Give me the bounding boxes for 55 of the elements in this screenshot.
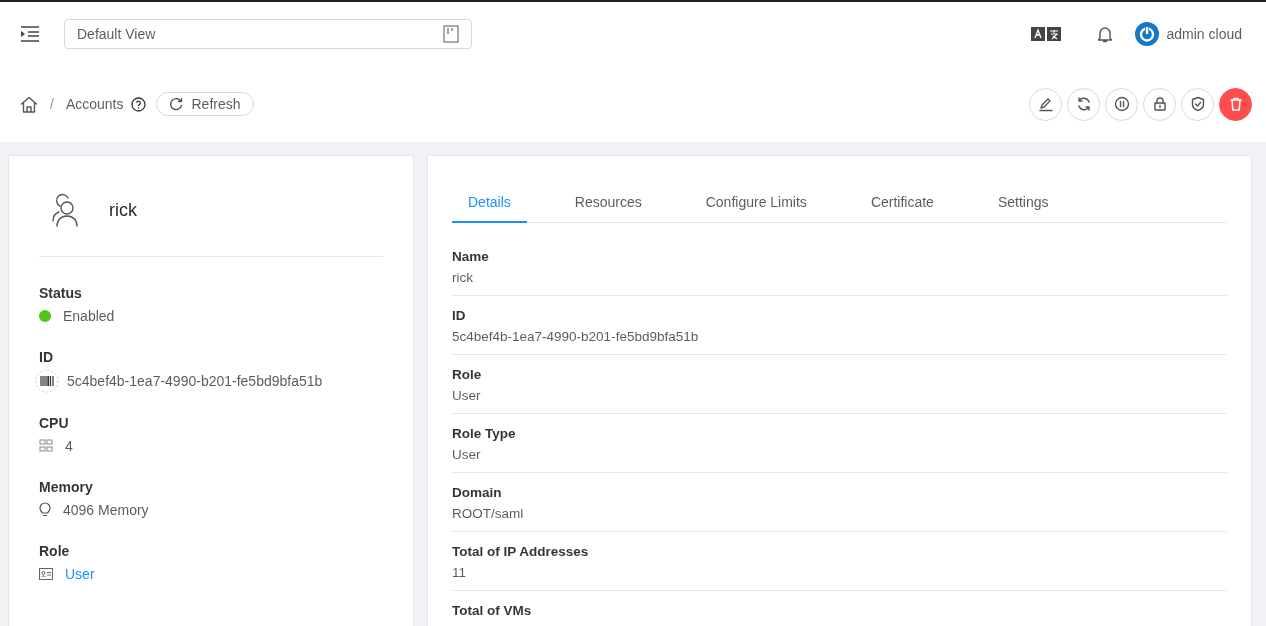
menu-icon[interactable] (20, 26, 40, 42)
home-icon[interactable] (20, 95, 38, 113)
pause-icon (1113, 96, 1130, 112)
breadcrumb-link[interactable]: Accounts (65, 96, 124, 112)
trash-button[interactable] (1219, 87, 1252, 121)
tab[interactable]: Settings (981, 184, 1065, 223)
bell-icon[interactable] (1096, 25, 1113, 43)
field-value: 4096 Memory (63, 501, 149, 520)
field-value: 5c4bef4b-1ea7-4990-b201-fe5bd9bfa51b (67, 372, 323, 391)
bulb-icon (39, 502, 51, 518)
account-name: rick (109, 199, 137, 221)
detail-value: 11 (452, 564, 467, 582)
detail-label: Role Type (452, 425, 517, 443)
detail-value: 5c4bef4b-1ea7-4990-b201-fe5bd9bfa51b (452, 328, 700, 346)
grid-icon (39, 439, 53, 453)
barcode-icon (35, 369, 59, 393)
detail-label: Name (452, 248, 490, 266)
detail-label: ID (452, 307, 467, 325)
field-label: Status (39, 284, 83, 303)
shield-icon (1189, 96, 1206, 112)
tab[interactable]: Resources (558, 184, 658, 223)
field-label: Memory (39, 478, 94, 497)
detail-label: Role (452, 366, 483, 384)
detail-label: Total of IP Addresses (452, 543, 590, 561)
lock-button[interactable] (1143, 87, 1176, 121)
view-select[interactable]: Default View (64, 19, 472, 49)
sync-icon (1075, 96, 1092, 112)
tab[interactable]: Configure Limits (689, 184, 823, 223)
refresh-icon (169, 97, 184, 111)
board-icon (443, 25, 459, 43)
help-icon (131, 96, 147, 112)
field-label: Role (39, 542, 71, 561)
field-value: Enabled (63, 307, 115, 326)
avatar-icon[interactable] (1134, 22, 1159, 46)
user-name[interactable]: admin cloud (1166, 26, 1242, 42)
detail-value: User (452, 446, 482, 464)
sync-button[interactable] (1067, 87, 1100, 121)
id-card-icon (39, 568, 53, 580)
field-label: CPU (39, 414, 70, 433)
field-label: ID (39, 348, 54, 367)
detail-label: Domain (452, 484, 503, 502)
detail-label: Total of VMs (452, 602, 533, 620)
shield-button[interactable] (1181, 87, 1214, 121)
lock-icon (1151, 96, 1168, 112)
field-value: 4 (65, 437, 73, 456)
tab[interactable]: Certificate (854, 184, 950, 223)
edit-icon (1037, 96, 1054, 112)
pause-button[interactable] (1105, 87, 1138, 121)
detail-value: rick (452, 269, 474, 287)
detail-value: User (452, 387, 482, 405)
refresh-button[interactable]: Refresh (156, 92, 254, 116)
translate-icon[interactable] (1030, 27, 1061, 41)
edit-button[interactable] (1029, 87, 1062, 121)
detail-value: ROOT/saml (452, 505, 525, 523)
breadcrumb-separator: / (50, 96, 54, 112)
